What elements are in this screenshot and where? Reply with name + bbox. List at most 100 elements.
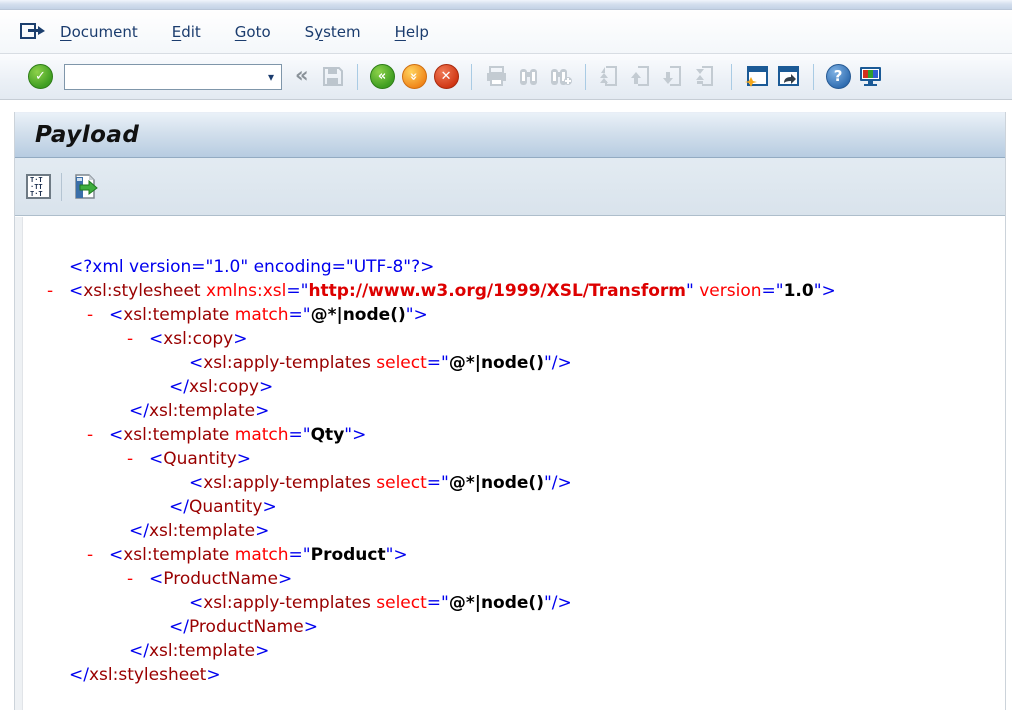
new-session-icon[interactable] [744,64,769,89]
previous-page-icon [630,64,655,89]
menu-label-part: ocument [72,23,138,41]
system-menu-icon[interactable] [18,20,48,44]
xml-token: </ [169,497,189,517]
svg-text:T·T: T·T [30,190,43,198]
collapse-marker[interactable]: - [127,327,149,351]
xml-token: xsl:stylesheet [89,665,206,685]
collapse-marker[interactable]: - [87,543,109,567]
xml-token: </ [129,641,149,661]
xml-token: < [189,473,203,493]
xml-token: > [233,329,247,349]
enter-glyph: ✓ [35,70,46,83]
create-shortcut-icon[interactable] [776,64,801,89]
xml-token: ProductName [189,617,304,637]
xml-token: Product [311,545,386,565]
xml-token: "> [406,305,428,325]
xml-token: > [206,665,220,685]
xml-token: =" [289,305,311,325]
menu-label-part: dit [181,23,201,41]
xml-token: xsl:template [123,425,229,445]
xml-token: version [699,281,761,301]
menu-goto[interactable]: Goto [235,23,271,41]
cancel-glyph: ✕ [441,70,452,83]
xml-token: > [259,377,273,397]
xml-token: xsl:apply-templates [203,353,371,373]
toolbar-separator [357,64,358,90]
collapse-marker[interactable]: - [47,279,69,303]
menu-label-part: elp [406,23,429,41]
xml-token: Qty [311,425,345,445]
collapse-marker[interactable]: - [127,447,149,471]
menu-label-part: S [305,23,315,41]
exit-icon[interactable]: « [402,64,427,89]
next-page-icon [662,64,687,89]
find-icon [516,64,541,89]
cancel-icon[interactable]: ✕ [434,64,459,89]
xml-token: xsl:copy [189,377,259,397]
xml-line: -<Quantity> [23,447,1005,471]
xml-token: match [235,545,289,565]
xml-line: -<xsl:template match="Qty"> [23,423,1005,447]
window-title-strip [0,0,1012,10]
xml-token: </ [129,521,149,541]
help-icon[interactable]: ? [826,64,851,89]
xml-line: -<xsl:template match="@*|node()"> [23,303,1005,327]
xml-token: =" [289,545,311,565]
collapse-toolbar-icon[interactable]: « [295,63,309,87]
xml-token: xsl:apply-templates [203,473,371,493]
xml-token: =" [427,473,449,493]
xml-line: </xsl:template> [23,639,1005,663]
print-icon [484,64,509,89]
payload-panel: Payload T·T ·TT T·T <?xml ve [14,112,1006,710]
xml-token: xsl:template [149,401,255,421]
page-title: Payload [35,122,139,148]
menu-label-part: H [395,23,406,41]
export-payload-icon[interactable] [71,173,98,200]
xml-line: </xsl:copy> [23,375,1005,399]
xml-token: @*|node() [449,473,544,493]
menu-edit[interactable]: Edit [172,23,201,41]
back-icon[interactable]: « [370,64,395,89]
xml-token: "> [386,545,408,565]
xml-token: xsl:template [123,305,229,325]
xml-token: "> [344,425,366,445]
xml-token: xsl:template [123,545,229,565]
enter-icon[interactable]: ✓ [28,64,53,89]
menu-help[interactable]: Help [395,23,429,41]
xml-token: xmlns:xsl [206,281,286,301]
xml-token: > [278,569,292,589]
command-dropdown-icon[interactable]: ▾ [261,65,281,89]
xml-token: =" [427,593,449,613]
xml-token: > [304,617,318,637]
xml-token: xsl:stylesheet [83,281,200,301]
xml-line: </xsl:template> [23,399,1005,423]
xml-line: -<xsl:copy> [23,327,1005,351]
panel-title-bar: Payload [15,112,1005,158]
collapse-marker[interactable]: - [87,303,109,327]
command-input[interactable] [65,65,261,89]
help-glyph: ? [834,69,843,84]
collapse-marker[interactable]: - [87,423,109,447]
xml-token: xsl:template [149,521,255,541]
collapse-marker[interactable]: - [127,567,149,591]
xml-token: > [237,449,251,469]
menu-document[interactable]: Document [60,23,138,41]
xml-token: match [235,425,289,445]
menu-system[interactable]: System [305,23,361,41]
text-view-icon[interactable]: T·T ·TT T·T [25,173,52,200]
xml-token: < [149,569,163,589]
customize-layout-icon[interactable] [858,64,883,89]
toolbar-separator [585,64,586,90]
xml-token: </ [129,401,149,421]
xml-token: =" [286,281,308,301]
xml-token: <?xml version="1.0" encoding="UTF-8"?> [69,257,434,277]
xml-token: < [149,329,163,349]
find-next-icon [548,64,573,89]
xml-token: </ [69,665,89,685]
xml-token: "/> [544,593,572,613]
xml-token: < [109,305,123,325]
xml-token: xsl:copy [163,329,233,349]
xml-token: > [255,401,269,421]
toolbar-separator [61,173,62,201]
xml-token: Quantity [163,449,236,469]
